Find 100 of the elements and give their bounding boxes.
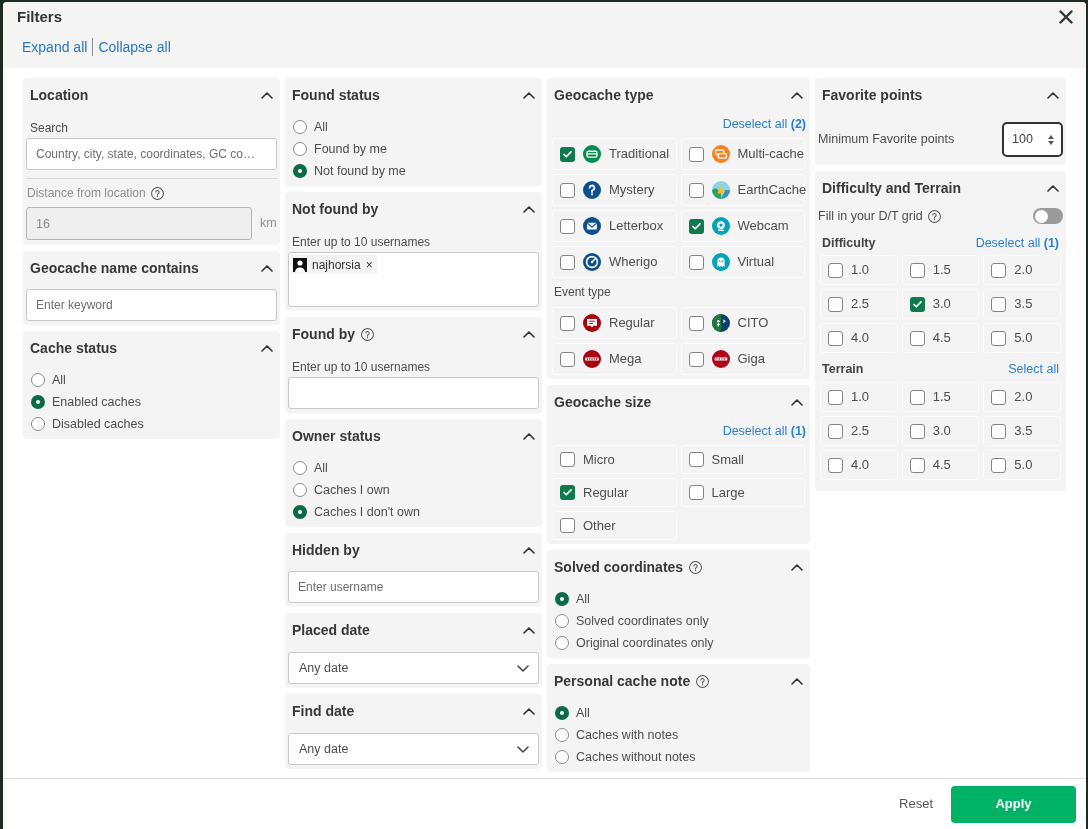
checkbox-tile[interactable]: 1.5 [901,382,980,412]
checkbox-tile[interactable]: Virtual [680,246,805,278]
radio-option[interactable]: Enabled caches [31,391,141,413]
selection-link[interactable]: Select all [1008,359,1059,379]
checkbox[interactable] [688,254,704,270]
checkbox[interactable] [909,457,925,473]
header-link[interactable]: Expand all [22,36,88,58]
checkbox-tile[interactable]: Giga [680,343,805,375]
radio-button[interactable] [31,373,45,387]
selection-link[interactable]: Deselect all (2) [722,114,806,134]
checkbox-tile[interactable]: Other [552,511,677,540]
checkbox-tile[interactable]: 1.0 [820,255,898,285]
radio-option[interactable]: Disabled caches [31,413,144,435]
radio-button[interactable] [293,120,307,134]
radio-button[interactable] [31,417,45,431]
checkbox[interactable] [828,296,843,312]
checkbox-tile[interactable]: Micro [552,445,677,474]
toggle-switch[interactable] [1033,208,1063,224]
chevron-up-icon[interactable] [791,563,803,571]
checkbox-tile[interactable]: Letterbox [552,210,677,242]
checkbox[interactable] [991,262,1007,278]
checkbox[interactable] [560,351,575,367]
chevron-up-icon[interactable] [523,707,535,715]
checkbox[interactable] [688,146,704,162]
checkbox[interactable] [991,389,1007,405]
radio-option[interactable]: Caches with notes [555,724,679,746]
checkbox-tile[interactable]: 2.5 [820,416,898,446]
checkbox-tile[interactable]: Small [680,445,805,474]
checkbox-tile[interactable]: Traditional [552,138,677,170]
checkbox-tile[interactable]: Large [680,478,805,507]
radio-option[interactable]: Solved coordinates only [555,610,709,632]
radio-button[interactable] [293,483,307,497]
chevron-up-icon[interactable] [261,264,273,272]
radio-option[interactable]: All [31,369,66,391]
help-icon[interactable] [927,209,941,223]
checkbox[interactable] [560,452,575,467]
checkbox[interactable] [560,146,575,162]
checkbox-tile[interactable]: Wherigo [552,246,677,278]
checkbox-tile[interactable]: EarthCache [680,174,805,206]
chevron-up-icon[interactable] [523,546,535,554]
checkbox[interactable] [688,182,704,198]
chevron-up-icon[interactable] [261,344,273,352]
help-icon[interactable] [361,327,374,341]
checkbox[interactable] [909,262,925,278]
checkbox[interactable] [688,452,704,467]
chevron-up-icon[interactable] [523,432,535,440]
close-icon[interactable] [1059,10,1073,24]
radio-button[interactable] [293,164,307,178]
checkbox[interactable] [560,518,575,533]
radio-option[interactable]: All [555,588,590,610]
checkbox[interactable] [688,485,704,500]
remove-tag-button[interactable]: × [365,258,373,271]
checkbox-tile[interactable]: 1.0 [820,382,898,412]
help-icon[interactable] [689,560,703,574]
checkbox-tile[interactable]: 3.0 [901,416,980,446]
checkbox[interactable] [560,485,575,500]
radio-option[interactable]: Found by me [293,138,387,160]
selection-link[interactable]: Deselect all (1) [722,421,806,441]
checkbox[interactable] [991,423,1007,439]
radio-button[interactable] [555,592,569,606]
radio-option[interactable]: All [293,457,328,479]
radio-option[interactable]: Caches I don't own [293,501,420,523]
text-field[interactable]: Enter username [288,571,539,603]
checkbox[interactable] [560,315,575,331]
checkbox[interactable] [991,457,1007,473]
checkbox-tile[interactable]: 4.5 [901,450,980,480]
selection-link[interactable]: Deselect all (1) [975,233,1059,253]
radio-button[interactable] [555,636,569,650]
checkbox[interactable] [688,218,704,234]
username-field[interactable]: najhorsia × [288,252,539,307]
checkbox-tile[interactable]: Regular [552,307,677,339]
checkbox[interactable] [560,218,575,234]
checkbox-tile[interactable]: 3.0 [901,289,980,319]
spinner-icon[interactable] [1047,133,1055,146]
chevron-up-icon[interactable] [523,330,535,338]
checkbox-tile[interactable]: Mega [552,343,677,375]
checkbox[interactable] [688,315,704,331]
checkbox[interactable] [828,457,843,473]
checkbox-tile[interactable]: Regular [552,478,677,507]
checkbox-tile[interactable]: CITO [680,307,805,339]
username-field[interactable] [288,377,539,409]
checkbox[interactable] [828,423,843,439]
checkbox-tile[interactable]: Mystery [552,174,677,206]
checkbox-tile[interactable]: 4.0 [820,323,898,353]
checkbox[interactable] [828,330,843,346]
checkbox-tile[interactable]: 2.5 [820,289,898,319]
checkbox-tile[interactable]: Multi-cache [680,138,805,170]
checkbox[interactable] [991,296,1007,312]
radio-button[interactable] [555,706,569,720]
number-field[interactable]: 100 [1002,122,1063,157]
radio-button[interactable] [293,461,307,475]
chevron-up-icon[interactable] [1047,184,1059,192]
radio-option[interactable]: All [293,116,328,138]
checkbox[interactable] [560,182,575,198]
radio-button[interactable] [293,505,307,519]
chevron-up-icon[interactable] [791,91,803,99]
radio-option[interactable]: Caches I own [293,479,390,501]
reset-button[interactable]: Reset [897,785,935,823]
checkbox-tile[interactable]: 4.5 [901,323,980,353]
checkbox[interactable] [909,296,925,312]
